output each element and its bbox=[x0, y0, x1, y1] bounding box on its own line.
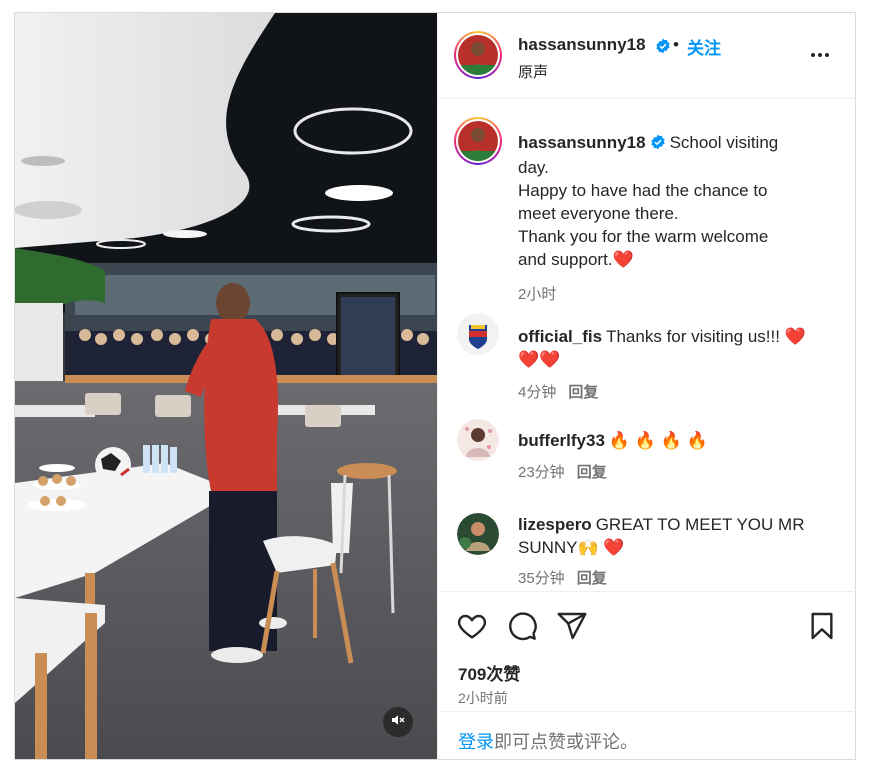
more-horizontal-icon bbox=[808, 43, 832, 72]
more-options-button[interactable] bbox=[808, 45, 832, 69]
comment-line-1: Thanks for visiting us!!! ❤️ bbox=[606, 327, 806, 346]
caption-line-6: and support.❤️ bbox=[518, 250, 634, 269]
comment-line-2: SUNNY🙌 ❤️ bbox=[518, 538, 625, 557]
paper-plane-icon bbox=[556, 612, 588, 646]
caption-line-2: day. bbox=[518, 158, 549, 177]
comment-bubble-icon bbox=[506, 612, 538, 646]
follow-button[interactable]: 关注 bbox=[687, 34, 721, 59]
comment-item: lizespero GREAT TO MEET YOU MR SUNNY🙌 ❤️ … bbox=[454, 497, 844, 591]
save-button[interactable] bbox=[806, 610, 838, 642]
comment-line-1: 🔥 🔥 🔥 🔥 bbox=[608, 431, 708, 450]
caption-line-5: Thank you for the warm welcome bbox=[518, 227, 769, 246]
author-avatar[interactable] bbox=[454, 31, 502, 79]
reply-button[interactable]: 回复 bbox=[577, 464, 607, 481]
comment-username[interactable]: lizespero bbox=[518, 515, 592, 534]
audio-label[interactable]: 原声 bbox=[518, 61, 548, 82]
comment-username[interactable]: official_fis bbox=[518, 327, 602, 346]
comment-time: 23分钟 bbox=[518, 464, 565, 481]
verified-badge-icon bbox=[650, 133, 666, 156]
post-header: hassansunny18 • 关注 原声 bbox=[438, 13, 856, 99]
comment-meta: 23分钟 回复 bbox=[518, 461, 607, 482]
posted-time: 2小时前 bbox=[458, 690, 508, 706]
login-link[interactable]: 登录 bbox=[458, 732, 494, 752]
speaker-muted-icon bbox=[390, 712, 406, 733]
bookmark-icon bbox=[806, 612, 838, 646]
comment-username[interactable]: bufferlfy33 bbox=[518, 431, 605, 450]
instagram-post-card: hassansunny18 • 关注 原声 hassansunny18 Scho… bbox=[14, 12, 856, 760]
comment-text: lizespero GREAT TO MEET YOU MR SUNNY🙌 ❤️ bbox=[518, 513, 838, 559]
verified-badge-icon bbox=[655, 38, 671, 59]
comment-button[interactable] bbox=[506, 610, 538, 642]
likes-count[interactable]: 709次赞 bbox=[458, 660, 520, 685]
comment-text: bufferlfy33 🔥 🔥 🔥 🔥 bbox=[518, 429, 838, 452]
post-sidebar: hassansunny18 • 关注 原声 hassansunny18 Scho… bbox=[437, 13, 856, 759]
comments-section: hassansunny18 School visiting day. Happy … bbox=[438, 99, 856, 591]
video-frame-image bbox=[15, 13, 437, 759]
commenter-avatar[interactable] bbox=[457, 313, 499, 355]
login-prompt: 登录即可点赞或评论。 bbox=[458, 728, 638, 754]
comment-item: bufferlfy33 🔥 🔥 🔥 🔥 23分钟 回复 bbox=[454, 417, 844, 497]
post-actions: 709次赞 2小时前 bbox=[438, 591, 856, 711]
heart-icon bbox=[456, 614, 488, 646]
comment-meta: 4分钟 回复 bbox=[518, 381, 598, 402]
caption-text: hassansunny18 School visiting day. Happy … bbox=[518, 131, 838, 271]
caption-avatar[interactable] bbox=[454, 117, 502, 165]
author-username[interactable]: hassansunny18 bbox=[518, 35, 646, 55]
reply-button[interactable]: 回复 bbox=[568, 384, 598, 401]
caption: hassansunny18 School visiting day. Happy … bbox=[454, 117, 844, 303]
caption-username[interactable]: hassansunny18 bbox=[518, 133, 646, 152]
share-button[interactable] bbox=[556, 610, 588, 642]
comment-item: official_fis Thanks for visiting us!!! ❤️… bbox=[454, 311, 844, 411]
reply-button[interactable]: 回复 bbox=[577, 570, 607, 587]
commenter-avatar[interactable] bbox=[457, 419, 499, 461]
comment-meta: 35分钟 回复 bbox=[518, 567, 607, 588]
caption-line-1: School visiting bbox=[669, 133, 779, 152]
caption-time: 2小时 bbox=[518, 286, 557, 303]
login-prompt-bar: 登录即可点赞或评论。 bbox=[438, 711, 856, 759]
post-video[interactable] bbox=[15, 13, 437, 759]
comment-time: 4分钟 bbox=[518, 384, 557, 401]
like-button[interactable] bbox=[456, 610, 488, 642]
commenter-avatar[interactable] bbox=[457, 513, 499, 555]
comment-line-2: ❤️❤️ bbox=[518, 350, 561, 369]
comment-time: 35分钟 bbox=[518, 570, 565, 587]
comment-line-1: GREAT TO MEET YOU MR bbox=[595, 515, 805, 534]
header-separator: • bbox=[673, 35, 679, 54]
caption-line-3: Happy to have had the chance to bbox=[518, 181, 768, 200]
login-prompt-rest: 即可点赞或评论。 bbox=[494, 732, 638, 752]
mute-button[interactable] bbox=[383, 707, 413, 737]
caption-line-4: meet everyone there. bbox=[518, 204, 679, 223]
comment-text: official_fis Thanks for visiting us!!! ❤️… bbox=[518, 325, 838, 371]
